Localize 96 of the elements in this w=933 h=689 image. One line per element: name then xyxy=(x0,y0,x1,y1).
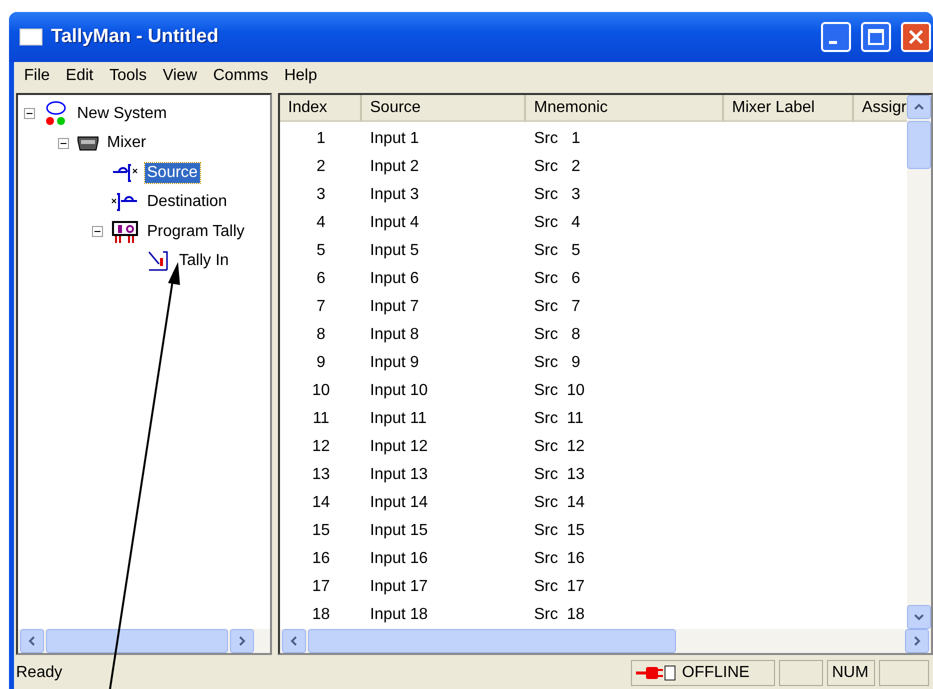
table-cell-text: Input 4 xyxy=(369,214,420,232)
table-cell-text: 12 xyxy=(311,438,331,456)
table-cell-text: Input 1 xyxy=(369,130,420,148)
table-cell-text: Input 7 xyxy=(369,298,420,316)
table-cell-text: Input 14 xyxy=(369,494,429,512)
table-cell-text: Src 6 xyxy=(533,270,582,288)
status-message: Ready xyxy=(16,664,64,682)
table-cell-text: Src 15 xyxy=(533,522,586,540)
table-cell-text: Src 5 xyxy=(533,242,582,260)
table-cell-text: 8 xyxy=(316,326,326,344)
menu-item[interactable]: View xyxy=(154,67,206,85)
table-cell-text: Src 9 xyxy=(533,354,582,372)
menu-item[interactable]: File xyxy=(16,67,58,85)
table-cell-text: 13 xyxy=(311,466,331,484)
scroll-thumb[interactable] xyxy=(46,629,228,653)
tree-item[interactable]: Program Tally xyxy=(145,222,247,242)
vertical-scrollbar[interactable] xyxy=(907,95,931,629)
table-cell-text: 6 xyxy=(316,270,326,288)
table-cell-text: 7 xyxy=(316,298,326,316)
table-cell-text: Src 16 xyxy=(533,550,586,568)
mixer-icon xyxy=(77,136,99,151)
scroll-thumb[interactable] xyxy=(907,121,931,169)
table-cell-text: 5 xyxy=(316,242,326,260)
column-header[interactable]: Source xyxy=(362,95,526,122)
scroll-thumb[interactable] xyxy=(308,629,676,653)
table-cell-text: Src 13 xyxy=(533,466,586,484)
table-cell-text: 18 xyxy=(311,606,331,624)
table-cell-text: Src 11 xyxy=(533,410,584,428)
table-cell-text: Src 17 xyxy=(533,578,586,596)
horizontal-scrollbar[interactable] xyxy=(18,629,270,653)
table-cell-text: Input 13 xyxy=(369,466,429,484)
table-cell-text: 3 xyxy=(316,186,326,204)
window-title: TallyMan - Untitled xyxy=(51,26,220,48)
num-lock-pane: NUM xyxy=(827,660,875,686)
table-cell-text: 4 xyxy=(316,214,326,232)
table-cell-text: Input 12 xyxy=(369,438,429,456)
menu-item[interactable]: Edit xyxy=(58,67,102,85)
table-cell-text: 15 xyxy=(311,522,331,540)
column-header[interactable]: Index xyxy=(280,95,362,122)
tree-item[interactable]: Tally In xyxy=(177,251,231,272)
table-cell-text: 1 xyxy=(316,130,326,148)
table-cell-text: Input 5 xyxy=(369,242,420,260)
app-icon xyxy=(19,27,43,47)
minimize-button[interactable] xyxy=(821,22,851,52)
table-cell-text: Input 10 xyxy=(369,382,429,400)
table-cell-text: Input 2 xyxy=(369,158,420,176)
table-cell-text: Src 4 xyxy=(533,214,582,232)
tree-item[interactable]: Source xyxy=(145,162,200,183)
menu-item[interactable]: Comms xyxy=(205,67,276,85)
column-header[interactable]: Mnemonic xyxy=(526,95,724,122)
table-cell-text: Input 16 xyxy=(369,550,429,568)
table-cell-text: Input 11 xyxy=(369,410,428,428)
column-header[interactable]: Mixer Label xyxy=(724,95,854,122)
table-cell-text: Input 18 xyxy=(369,606,429,624)
table-cell-text: Src 12 xyxy=(533,438,586,456)
table-cell-text: Src 10 xyxy=(533,382,586,400)
table-cell-text: Src 18 xyxy=(533,606,586,624)
collapse-icon[interactable] xyxy=(24,108,35,120)
table-cell-text: Input 6 xyxy=(369,270,420,288)
table-cell-text: 9 xyxy=(316,354,326,372)
table-cell-text: 17 xyxy=(311,578,331,596)
table-cell-text: Src 7 xyxy=(533,298,582,316)
table-cell-text: Input 3 xyxy=(369,186,420,204)
status-pane xyxy=(779,660,823,686)
collapse-icon[interactable] xyxy=(58,138,69,149)
table-cell-text: Src 8 xyxy=(533,326,582,344)
table-cell-text: 11 xyxy=(312,410,330,428)
close-icon xyxy=(908,29,924,45)
table-cell-text: Input 17 xyxy=(369,578,429,596)
table-cell-text: Src 14 xyxy=(533,494,586,512)
tree-item[interactable]: Mixer xyxy=(105,133,148,154)
table-cell-text: Src 2 xyxy=(533,158,582,176)
horizontal-scrollbar[interactable] xyxy=(280,629,931,653)
minimize-icon xyxy=(829,40,837,44)
table-cell-text: Input 8 xyxy=(369,326,420,344)
table-cell-text: 16 xyxy=(311,550,331,568)
menu-item[interactable]: Tools xyxy=(101,67,155,85)
table-cell-text: Input 15 xyxy=(369,522,429,540)
maximize-icon xyxy=(868,29,884,45)
plug-icon xyxy=(636,664,678,682)
tally-icon xyxy=(111,218,139,245)
table-cell-text: Input 9 xyxy=(369,354,420,372)
table-cell-text: 14 xyxy=(311,494,331,512)
table-cell-text: 2 xyxy=(316,158,326,176)
column-header[interactable]: Assigr xyxy=(854,95,907,122)
tree-item[interactable]: New System xyxy=(75,104,169,124)
menu-item[interactable]: Help xyxy=(276,67,326,85)
table-cell-text: Src 1 xyxy=(533,130,582,148)
collapse-icon[interactable] xyxy=(92,226,103,238)
connection-status: OFFLINE xyxy=(682,664,750,682)
tree-item[interactable]: Destination xyxy=(145,192,230,212)
table-cell-text: 10 xyxy=(311,382,331,400)
maximize-button[interactable] xyxy=(861,22,891,52)
table-cell-text: Src 3 xyxy=(533,186,582,204)
close-button[interactable] xyxy=(901,22,931,52)
status-pane xyxy=(879,660,929,686)
